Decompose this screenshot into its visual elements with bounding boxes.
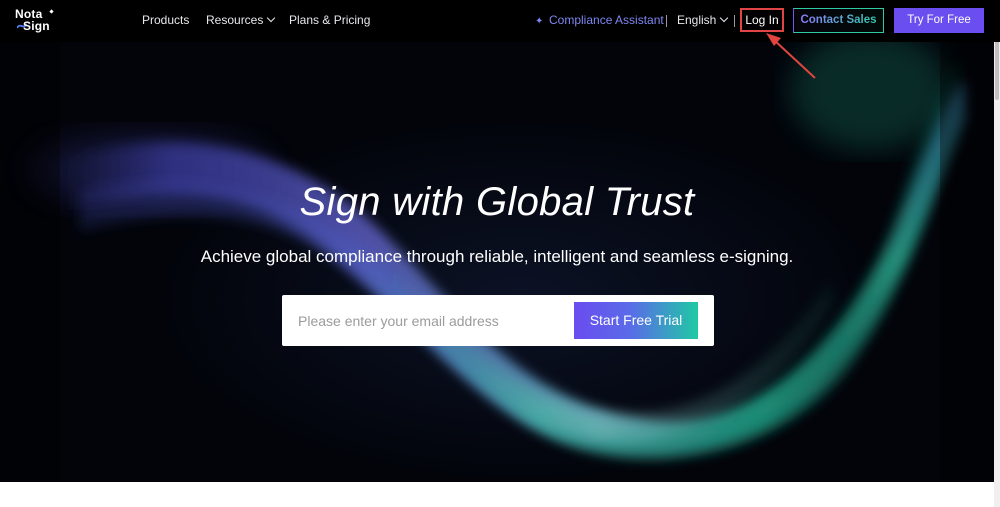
login-button[interactable]: Log In [740, 8, 784, 32]
compliance-assistant-label: Compliance Assistant [549, 13, 664, 27]
compliance-assistant-link[interactable]: ✦ Compliance Assistant [535, 13, 664, 27]
notasign-logo[interactable]: Nota Sign [15, 6, 61, 34]
page: Nota Sign Products Resources Plans & Pri… [0, 0, 1000, 507]
contact-sales-label: Contact Sales [800, 14, 877, 26]
logo-dot [49, 9, 54, 14]
page-scrollbar[interactable] [994, 0, 1000, 507]
top-navigation: Nota Sign Products Resources Plans & Pri… [0, 0, 1000, 42]
nav-resources-label: Resources [206, 13, 264, 27]
email-signup-form: Start Free Trial [282, 295, 714, 346]
nav-plans-pricing[interactable]: Plans & Pricing [289, 13, 370, 27]
page-content-below-hero [0, 482, 994, 507]
hero-background [0, 0, 1000, 482]
chevron-down-icon [720, 13, 729, 23]
logo-text-line2: Sign [23, 19, 50, 33]
hero-wave-graphic [30, 30, 965, 460]
nav-products[interactable]: Products [142, 13, 189, 27]
nav-resources[interactable]: Resources [206, 13, 276, 27]
hero-subtitle: Achieve global compliance through reliab… [200, 247, 794, 266]
start-free-trial-button[interactable]: Start Free Trial [574, 302, 698, 339]
sparkle-icon: ✦ [535, 16, 544, 27]
language-selector[interactable]: English [677, 13, 729, 27]
nav-divider [734, 15, 735, 27]
nav-divider [666, 15, 667, 27]
language-label: English [677, 13, 717, 27]
try-for-free-button[interactable]: Try For Free [894, 8, 984, 33]
contact-sales-button[interactable]: Contact Sales [793, 8, 884, 33]
chevron-down-icon [267, 13, 276, 23]
email-input[interactable] [296, 307, 570, 335]
hero-title: Sign with Global Trust [299, 180, 695, 224]
